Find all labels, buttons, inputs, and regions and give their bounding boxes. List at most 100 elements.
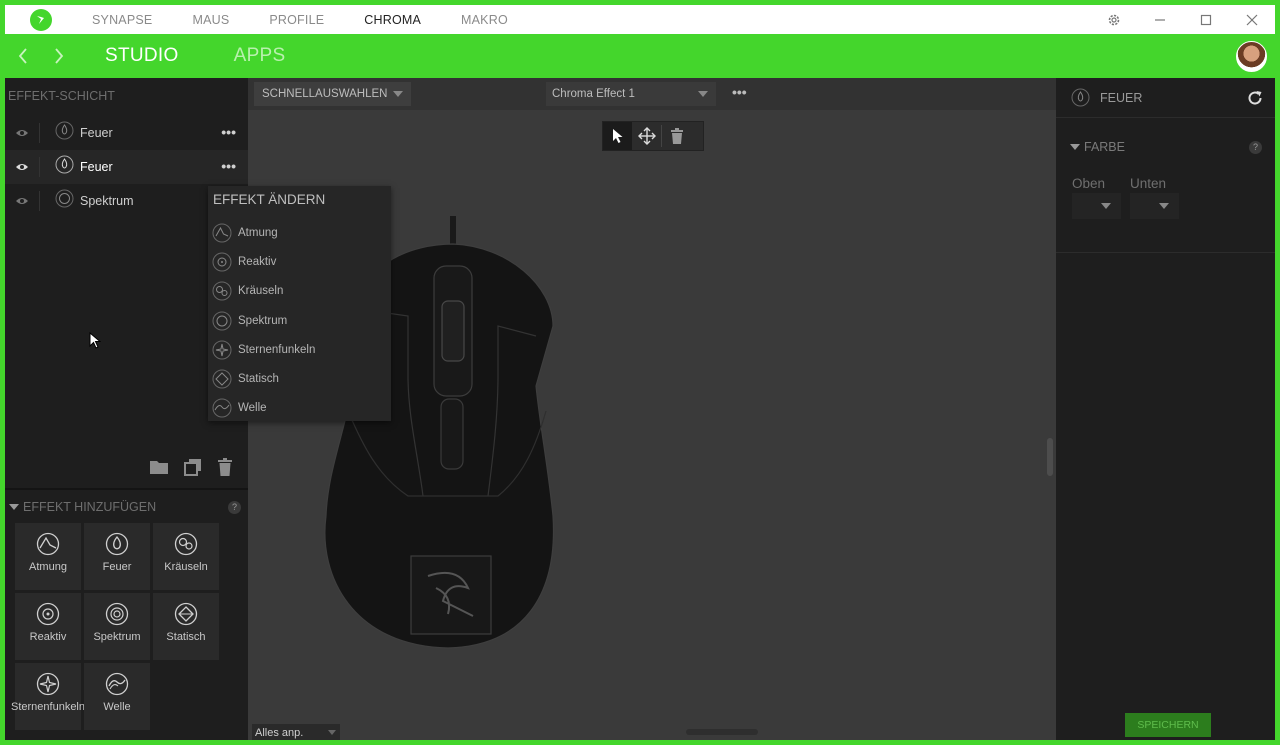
help-icon[interactable]: ? — [1249, 140, 1262, 154]
bottom-color-dropdown[interactable] — [1130, 193, 1179, 219]
back-arrow-icon[interactable] — [5, 47, 41, 65]
tile-label: Kräuseln — [164, 561, 208, 573]
reactive-icon — [36, 602, 60, 626]
select-all-label: Alles anp. — [255, 727, 304, 739]
collapse-caret-icon — [9, 504, 19, 510]
quick-select-dropdown[interactable]: SCHNELLAUSWAHLEN — [254, 82, 411, 106]
breathing-icon — [212, 223, 232, 243]
properties-title: FEUER — [1100, 90, 1143, 105]
canvas-toolbar: SCHNELLAUSWAHLEN Chroma Effect 1 ••• — [248, 78, 1056, 110]
menu-item-label: Welle — [238, 402, 267, 415]
color-section-title: FARBE — [1084, 140, 1125, 154]
color-section-header[interactable]: FARBE ? — [1070, 140, 1262, 154]
tab-profile[interactable]: PROFILE — [269, 13, 324, 27]
wave-icon — [105, 672, 129, 696]
layer-row-2[interactable]: Feuer ••• — [5, 150, 248, 184]
spectrum-icon — [212, 311, 232, 331]
collapse-caret-icon — [1070, 144, 1080, 150]
eye-icon[interactable] — [5, 157, 40, 177]
divider — [1056, 252, 1275, 253]
delete-icon[interactable] — [662, 122, 691, 150]
menu-item-sternenfunkeln[interactable]: Sternenfunkeln — [208, 335, 391, 364]
tile-kraeuseln[interactable]: Kräuseln — [153, 523, 219, 590]
tab-maus[interactable]: MAUS — [192, 13, 229, 27]
maximize-icon[interactable] — [1183, 14, 1229, 26]
eye-icon[interactable] — [5, 191, 40, 211]
select-all-dropdown[interactable]: Alles anp. — [252, 724, 340, 740]
razer-logo-icon[interactable] — [30, 8, 52, 31]
fire-effect-icon — [55, 155, 74, 179]
horizontal-scrollbar[interactable] — [686, 729, 758, 735]
tile-reaktiv[interactable]: Reaktiv — [15, 593, 81, 660]
fire-icon — [105, 532, 129, 556]
menu-item-statisch[interactable]: Statisch — [208, 364, 391, 393]
divider — [5, 488, 248, 490]
tile-feuer[interactable]: Feuer — [84, 523, 150, 590]
select-pointer-icon[interactable] — [603, 122, 632, 150]
spectrum-icon — [105, 602, 129, 626]
layer-name: Spektrum — [80, 194, 134, 208]
forward-arrow-icon[interactable] — [41, 47, 77, 65]
edit-tools — [602, 121, 704, 151]
save-button[interactable]: SPEICHERN — [1125, 713, 1211, 737]
trash-icon[interactable] — [217, 457, 233, 481]
menu-item-label: Statisch — [238, 373, 279, 386]
breathing-icon — [36, 532, 60, 556]
static-icon — [212, 369, 232, 389]
tab-synapse[interactable]: SYNAPSE — [92, 13, 152, 27]
menu-item-spektrum[interactable]: Spektrum — [208, 306, 391, 335]
bottom-color-label: Unten — [1130, 176, 1167, 191]
eye-icon[interactable] — [5, 123, 40, 143]
ripple-icon — [174, 532, 198, 556]
tab-chroma[interactable]: CHROMA — [364, 13, 421, 27]
tile-label: Sternenfunkeln — [11, 701, 85, 713]
layer-options-icon[interactable]: ••• — [221, 124, 236, 140]
tile-label: Welle — [103, 701, 131, 713]
window-controls — [1091, 5, 1275, 34]
tab-studio[interactable]: STUDIO — [105, 45, 179, 67]
user-avatar[interactable] — [1236, 41, 1267, 72]
add-effect-title: EFFEKT HINZUFÜGEN — [23, 500, 157, 514]
menu-item-welle[interactable]: Welle — [208, 394, 391, 423]
mouse-cursor-icon — [89, 331, 102, 355]
tab-apps[interactable]: APPS — [234, 45, 286, 67]
folder-icon[interactable] — [149, 459, 169, 480]
chevron-down-icon — [698, 91, 708, 97]
minimize-icon[interactable] — [1137, 14, 1183, 26]
app-window: SYNAPSE MAUS PROFILE CHROMA MAKRO STUDIO… — [5, 5, 1275, 740]
fire-effect-icon — [55, 121, 74, 145]
tile-spektrum[interactable]: Spektrum — [84, 593, 150, 660]
ripple-icon — [212, 281, 232, 301]
starlight-icon — [212, 340, 232, 360]
gear-icon[interactable] — [1091, 13, 1137, 27]
chevron-down-icon — [1159, 203, 1169, 209]
menu-item-reaktiv[interactable]: Reaktiv — [208, 247, 391, 276]
tile-sternenfunkeln[interactable]: Sternenfunkeln — [11, 663, 85, 730]
tile-welle[interactable]: Welle — [84, 663, 150, 730]
menu-item-label: Reaktiv — [238, 255, 277, 268]
vertical-scrollbar[interactable] — [1047, 438, 1053, 476]
layer-tools — [5, 450, 248, 488]
help-icon[interactable]: ? — [228, 500, 241, 514]
starlight-icon — [36, 672, 60, 696]
tile-label: Feuer — [102, 561, 132, 573]
effect-name-dropdown[interactable]: Chroma Effect 1 — [546, 82, 716, 106]
layer-options-icon[interactable]: ••• — [221, 158, 236, 174]
menu-item-label: Spektrum — [238, 314, 288, 327]
tile-statisch[interactable]: Statisch — [153, 593, 219, 660]
move-icon[interactable] — [632, 122, 661, 150]
duplicate-icon[interactable] — [184, 458, 202, 481]
menu-item-atmung[interactable]: Atmung — [208, 218, 391, 247]
top-color-dropdown[interactable] — [1072, 193, 1121, 219]
add-effect-header[interactable]: EFFEKT HINZUFÜGEN ? — [9, 500, 241, 514]
tab-makro[interactable]: MAKRO — [461, 13, 508, 27]
menu-item-kraeuseln[interactable]: Kräuseln — [208, 277, 391, 306]
change-effect-menu: EFFEKT ÄNDERN Atmung Reaktiv Kräuseln Sp… — [208, 186, 391, 421]
layer-row-1[interactable]: Feuer ••• — [5, 116, 248, 150]
chevron-down-icon — [1101, 203, 1111, 209]
close-icon[interactable] — [1229, 14, 1275, 26]
reset-icon[interactable] — [1247, 90, 1263, 111]
tile-label: Statisch — [166, 631, 206, 643]
tile-atmung[interactable]: Atmung — [15, 523, 81, 590]
more-options-icon[interactable]: ••• — [732, 84, 747, 100]
